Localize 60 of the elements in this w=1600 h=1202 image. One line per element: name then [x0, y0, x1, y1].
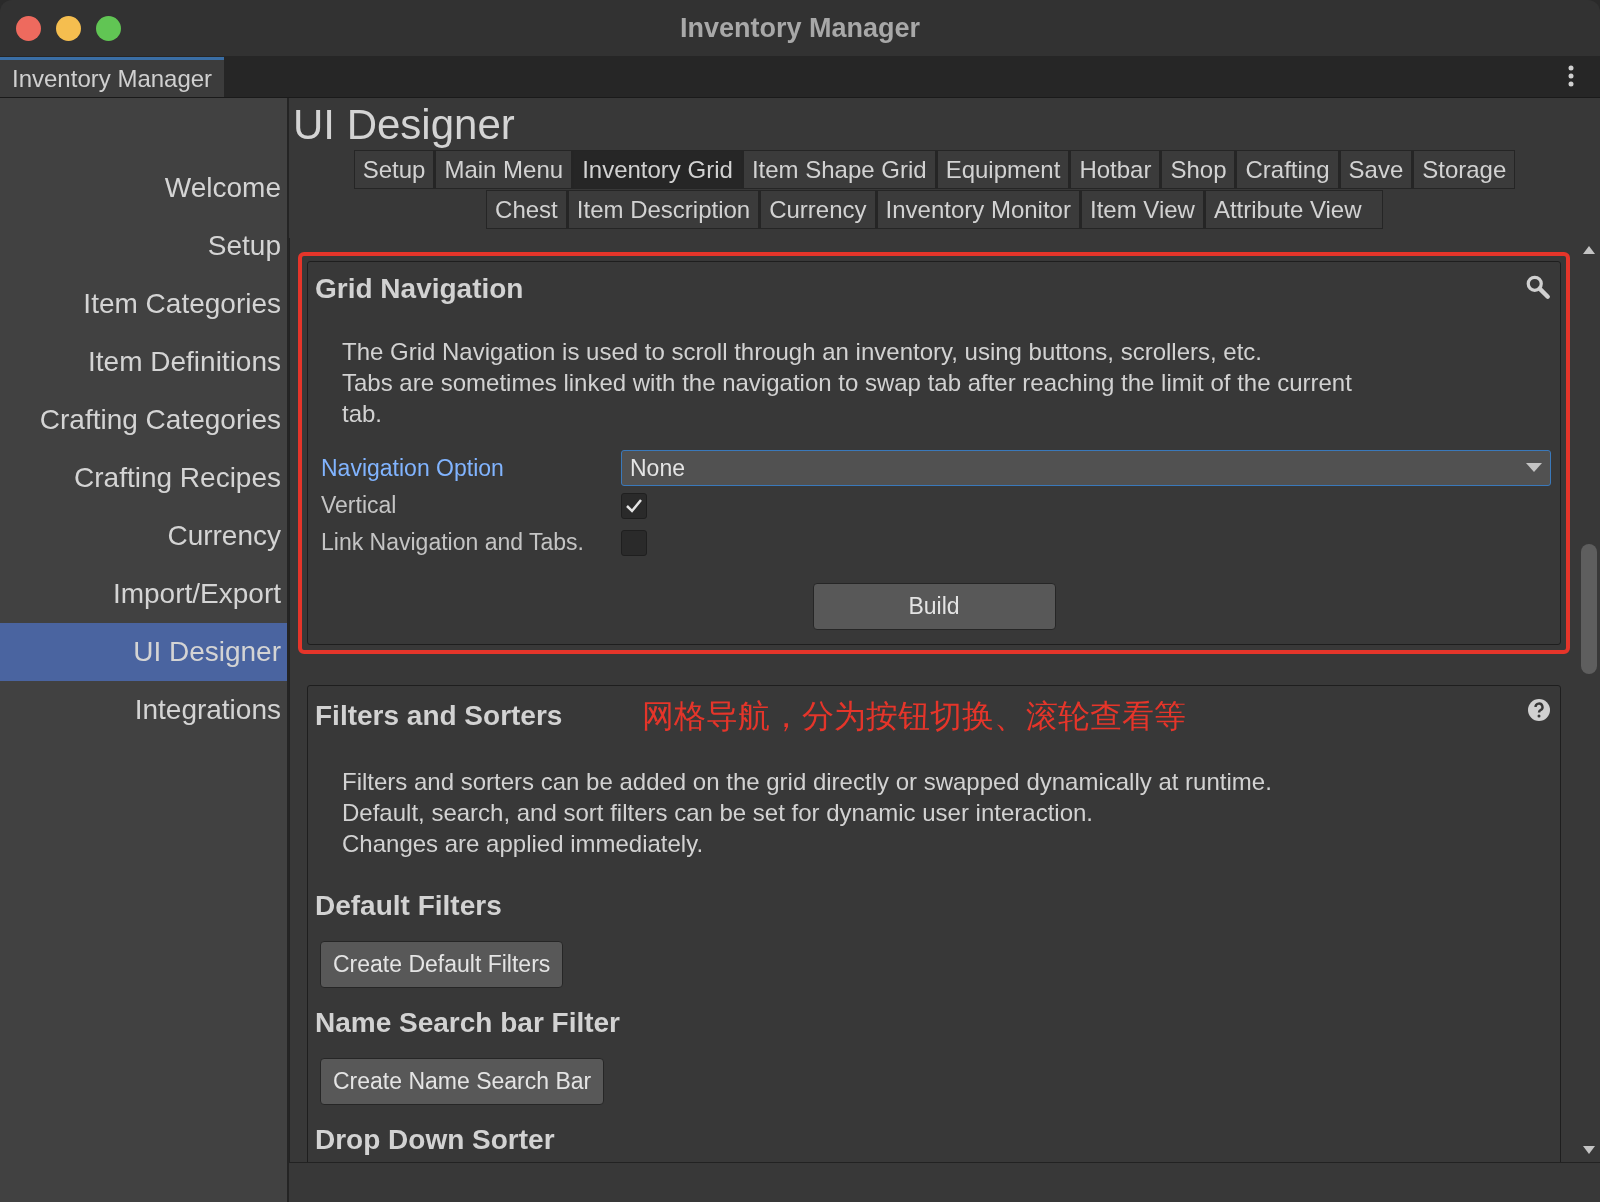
subsection-title: Name Search bar Filter: [315, 1006, 621, 1040]
designer-tab[interactable]: Storage: [1414, 151, 1515, 188]
dropdown-arrow-icon: [1526, 463, 1542, 473]
dropdown-value: None: [630, 453, 685, 483]
description-text: Filters and sorters can be added on the grid directly or swapped dynamically at runtime.: [342, 767, 1273, 797]
scroll-down-icon[interactable]: [1583, 1146, 1595, 1154]
sidebar-item[interactable]: Item Categories: [0, 275, 287, 333]
dock-tab[interactable]: Inventory Manager: [0, 57, 225, 97]
close-button[interactable]: [16, 16, 41, 41]
scrollbar-thumb[interactable]: [1581, 544, 1597, 674]
navigation-option-dropdown[interactable]: None: [621, 450, 1551, 486]
create-button[interactable]: Create Default Filters: [320, 941, 564, 988]
designer-tab[interactable]: Main Menu: [436, 151, 572, 188]
help-icon[interactable]: [1527, 698, 1551, 722]
minimize-button[interactable]: [56, 16, 81, 41]
sidebar-item[interactable]: UI Designer: [0, 623, 287, 681]
checkbox[interactable]: [621, 529, 647, 556]
page-title: UI Designer: [292, 100, 516, 150]
designer-tab[interactable]: Item Description: [568, 191, 759, 228]
sidebar-item[interactable]: Setup: [0, 217, 287, 275]
sidebar-item[interactable]: Crafting Categories: [0, 391, 287, 449]
description-text: Changes are applied immediately.: [342, 829, 705, 859]
sidebar-item[interactable]: Crafting Recipes: [0, 449, 287, 507]
sidebar-item[interactable]: Import/Export: [0, 565, 287, 623]
designer-tab[interactable]: Hotbar: [1071, 151, 1160, 188]
designer-tab[interactable]: Item Shape Grid: [743, 151, 935, 188]
zoom-button[interactable]: [96, 16, 121, 41]
create-button[interactable]: Create Name Search Bar: [320, 1058, 605, 1105]
window-title: Inventory Manager: [679, 11, 921, 45]
description-text: Default, search, and sort filters can be set for dynamic user interaction.: [342, 798, 1095, 828]
designer-tab[interactable]: Currency: [761, 191, 875, 228]
subsection-title: Drop Down Sorter: [315, 1123, 555, 1157]
sidebar-item[interactable]: Integrations: [0, 681, 287, 739]
description-text: Tabs are sometimes linked with the navigation to swap tab after reaching the limit of the current tab.: [342, 368, 1353, 429]
designer-tab[interactable]: Equipment: [937, 151, 1069, 188]
designer-tab[interactable]: Shop: [1162, 151, 1235, 188]
sidebar-item[interactable]: Currency: [0, 507, 287, 565]
checkmark-icon: [625, 497, 643, 514]
build-button[interactable]: Build: [812, 583, 1056, 630]
subsection-title: Default Filters: [315, 889, 502, 923]
description-text: The Grid Navigation is used to scroll through an inventory, using buttons, scrollers, etc.: [342, 337, 1263, 367]
scroll-up-icon[interactable]: [1583, 246, 1595, 254]
section-title: Filters and Sorters: [315, 699, 563, 733]
sidebar-item[interactable]: Welcome: [0, 159, 287, 217]
field-label: Navigation Option: [321, 453, 505, 483]
more-options-icon[interactable]: [1568, 65, 1574, 87]
field-label: Vertical: [321, 491, 398, 521]
designer-tab[interactable]: Chest: [487, 191, 566, 228]
sidebar-item[interactable]: Item Definitions: [0, 333, 287, 391]
designer-tab[interactable]: Attribute View: [1205, 191, 1382, 228]
designer-tab[interactable]: Setup: [354, 151, 434, 188]
search-icon[interactable]: [1525, 274, 1551, 300]
checkbox[interactable]: [621, 492, 647, 519]
designer-tab[interactable]: Inventory Monitor: [877, 191, 1079, 228]
designer-tab[interactable]: Save: [1340, 151, 1412, 188]
field-label: Link Navigation and Tabs.: [321, 528, 585, 558]
designer-tab[interactable]: Item View: [1081, 191, 1203, 228]
designer-tab[interactable]: Crafting: [1237, 151, 1338, 188]
annotation-text: 网格导航，分为按钮切换、滚轮查看等: [642, 697, 1187, 736]
section-title: Grid Navigation: [315, 272, 524, 306]
